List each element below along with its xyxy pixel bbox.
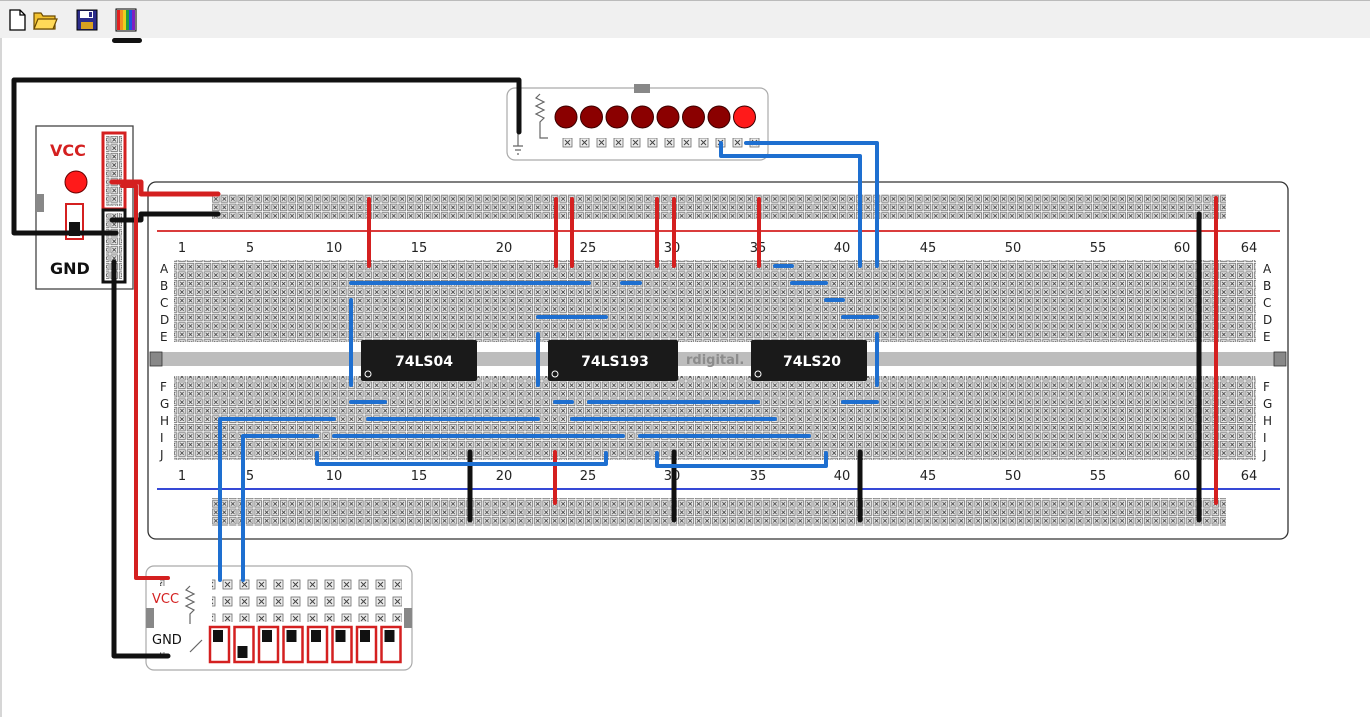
dip-switch-lever (286, 630, 297, 642)
dip-connector-right (404, 608, 412, 628)
row-label: I (160, 431, 164, 445)
led-bar-module[interactable] (506, 84, 769, 161)
column-number: 1 (178, 469, 186, 484)
row-label: D (1263, 313, 1272, 327)
dip-pins[interactable] (212, 574, 402, 622)
circuit-canvas[interactable]: rdigital. A AB BC CD DE EF FG GH HI IJ J 115510101… (0, 0, 1370, 717)
power-supply[interactable]: VCC GND (35, 125, 134, 290)
column-number: 60 (1174, 469, 1191, 484)
led-off (605, 105, 629, 129)
dip-switch-lever (237, 646, 248, 658)
led-pins[interactable] (560, 138, 760, 151)
row-label: B (1263, 279, 1271, 293)
led-off (656, 105, 680, 129)
dip-switch-lever (311, 630, 321, 642)
led-module-connector (634, 84, 650, 93)
column-number: 20 (496, 469, 513, 484)
row-label: E (1263, 330, 1271, 344)
row-label: F (1263, 380, 1270, 394)
column-number: 15 (411, 241, 428, 256)
column-number: 15 (411, 469, 428, 484)
breadboard-watermark: rdigital. (686, 353, 744, 368)
column-number: 55 (1090, 469, 1107, 484)
column-number: 40 (834, 469, 851, 484)
row-label: G (160, 397, 169, 411)
column-number: 40 (834, 241, 851, 256)
column-number: 45 (920, 241, 937, 256)
row-label: G (1263, 397, 1272, 411)
chip-74ls04-label: 74LS04 (395, 354, 453, 370)
led-off (580, 105, 603, 129)
row-label: A (1263, 262, 1272, 276)
row-label: I (1263, 431, 1267, 445)
led-off (682, 105, 705, 129)
dip-switch-lever (335, 630, 346, 642)
dip-connector-left (146, 608, 154, 628)
breadboard[interactable]: rdigital. A AB BC CD DE EF FG GH HI IJ J 115510101… (147, 181, 1289, 540)
dip-switch-module[interactable]: VCC GND (145, 565, 413, 671)
column-number: 5 (246, 469, 254, 484)
led-off (554, 105, 578, 129)
dip-switch-lever (360, 630, 370, 642)
row-label: C (1263, 296, 1271, 310)
chip-74ls193[interactable]: 74LS193 (548, 340, 678, 381)
row-label: F (160, 380, 167, 394)
gnd-label: GND (50, 259, 90, 278)
column-number: 5 (246, 241, 254, 256)
row-label: A (160, 262, 169, 276)
dip-switch-lever (262, 630, 272, 642)
row-label: C (160, 296, 168, 310)
row-label: D (160, 313, 169, 327)
power-rail-bottom[interactable] (212, 498, 1226, 526)
column-number: 64 (1241, 241, 1258, 256)
row-label: H (1263, 414, 1272, 428)
power-rail-top[interactable] (212, 194, 1226, 219)
row-label: J (159, 448, 164, 462)
row-label: E (160, 330, 168, 344)
row-label: H (160, 414, 169, 428)
channel-end-left (149, 351, 163, 367)
channel-end-right (1273, 351, 1287, 367)
dip-gnd-label: GND (152, 633, 182, 648)
column-number: 20 (496, 241, 513, 256)
column-number: 55 (1090, 241, 1107, 256)
dip-switch-lever (213, 630, 223, 642)
row-label: B (160, 279, 168, 293)
chip-74ls20-label: 74LS20 (783, 354, 841, 370)
column-number: 50 (1005, 469, 1022, 484)
chip-74ls04[interactable]: 74LS04 (361, 340, 477, 381)
led-off (707, 105, 731, 129)
power-connector (36, 194, 44, 212)
column-number: 64 (1241, 469, 1258, 484)
column-number: 10 (326, 241, 343, 256)
dip-vcc-label: VCC (152, 592, 179, 607)
column-number: 25 (580, 241, 597, 256)
row-label: J (1262, 448, 1267, 462)
dip-switch-lever (384, 630, 395, 642)
column-number: 35 (750, 469, 767, 484)
column-number: 25 (580, 469, 597, 484)
led-on (733, 105, 756, 129)
chip-74ls20[interactable]: 74LS20 (751, 340, 867, 381)
column-number: 1 (178, 241, 186, 256)
power-led (64, 170, 88, 194)
vcc-label: VCC (50, 141, 86, 160)
terminal-strip-top[interactable] (174, 260, 1256, 342)
column-number: 60 (1174, 241, 1191, 256)
column-number: 45 (920, 469, 937, 484)
column-number: 10 (326, 469, 343, 484)
chip-74ls193-label: 74LS193 (581, 354, 649, 370)
led-off (631, 105, 654, 129)
column-number: 50 (1005, 241, 1022, 256)
